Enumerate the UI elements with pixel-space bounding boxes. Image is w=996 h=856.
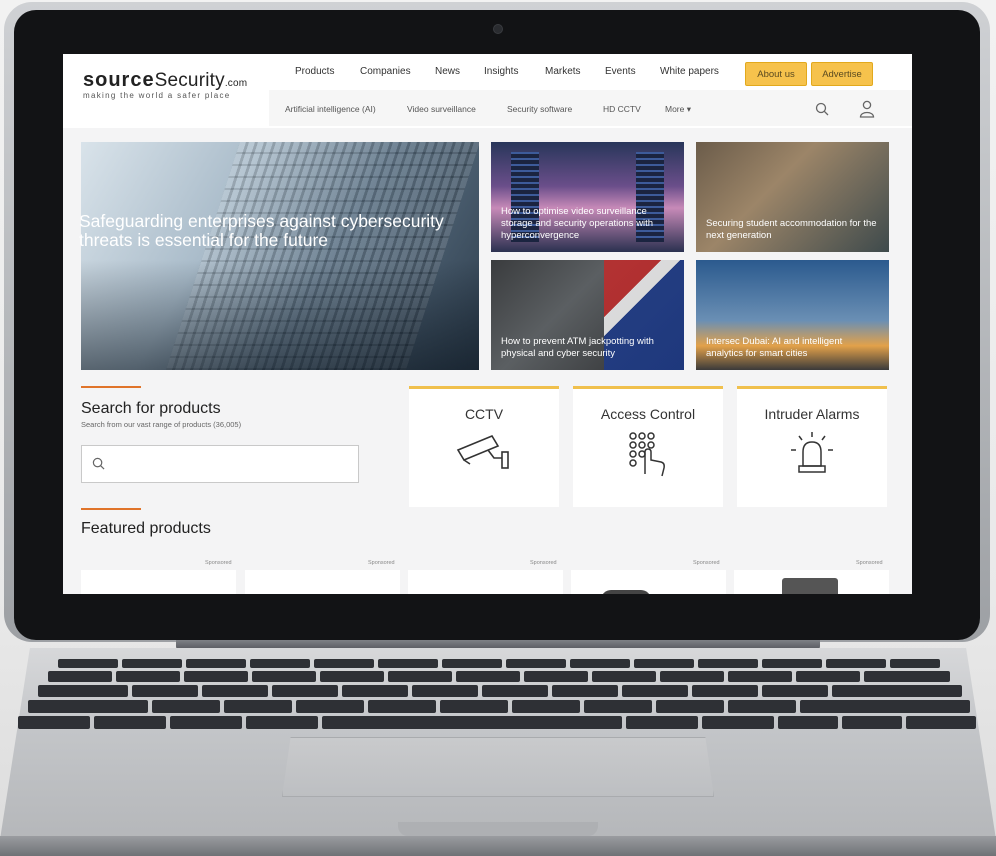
article-card-student-accommodation[interactable]: Securing student accommodation for the n…: [696, 142, 889, 252]
featured-products-title: Featured products: [81, 520, 211, 537]
nav-white-papers[interactable]: White papers: [660, 66, 719, 77]
sponsored-label: Sponsored: [530, 560, 557, 566]
keyboard: [18, 659, 976, 729]
about-us-button[interactable]: About us: [745, 62, 807, 86]
subnav-security-software[interactable]: Security software: [507, 104, 572, 114]
article-card-title: Intersec Dubai: AI and intelligent analy…: [706, 336, 843, 359]
featured-product-card[interactable]: [408, 570, 563, 594]
search-icon[interactable]: [815, 102, 829, 116]
featured-product-card[interactable]: [245, 570, 400, 594]
product-image: [782, 578, 838, 594]
site-logo[interactable]: sourceSecurity.com making the world a sa…: [83, 69, 247, 100]
sponsored-label: Sponsored: [368, 560, 395, 566]
logo-wordmark: sourceSecurity.com: [83, 69, 247, 92]
search-subtitle: Search from our vast range of products (…: [81, 420, 242, 429]
hero-main-title[interactable]: Safeguarding enterprises against cyberse…: [79, 212, 449, 250]
product-image: [601, 590, 651, 594]
search-title: Search for products: [81, 400, 221, 417]
logo-suffix: .com: [224, 78, 248, 89]
category-label: CCTV: [464, 406, 504, 422]
nav-markets[interactable]: Markets: [545, 66, 581, 77]
category-label: Access Control: [600, 406, 696, 422]
keypad-hand-icon: [629, 432, 665, 477]
article-card-title: How to prevent ATM jackpotting with phys…: [501, 336, 654, 359]
cctv-camera-icon: [456, 434, 509, 469]
section-accent-line: [81, 386, 141, 388]
hero-overlay: [81, 260, 479, 370]
touchpad: [282, 737, 714, 797]
user-icon[interactable]: [859, 100, 875, 118]
sponsored-label: Sponsored: [693, 560, 720, 566]
subnav-video-surveillance[interactable]: Video surveillance: [407, 104, 476, 114]
webcam: [493, 24, 503, 34]
alarm-siren-icon: [791, 432, 833, 473]
subnav-hd-cctv[interactable]: HD CCTV: [603, 104, 641, 114]
nav-news[interactable]: News: [435, 66, 460, 77]
laptop-deck-edge: [0, 836, 996, 856]
section-accent-line: [81, 508, 141, 510]
nav-companies[interactable]: Companies: [360, 66, 411, 77]
featured-product-card[interactable]: [734, 570, 889, 594]
laptop-notch: [398, 822, 598, 836]
nav-insights[interactable]: Insights: [484, 66, 518, 77]
sponsored-label: Sponsored: [856, 560, 883, 566]
logo-tagline: making the world a safer place: [83, 91, 231, 100]
article-card-title: Securing student accommodation for the n…: [706, 218, 877, 241]
subnav-more[interactable]: More ▾: [665, 104, 691, 115]
search-icon: [92, 457, 105, 470]
nav-events[interactable]: Events: [605, 66, 636, 77]
sponsored-label: Sponsored: [205, 560, 232, 566]
subnav-ai[interactable]: Artificial intelligence (AI): [285, 104, 376, 114]
product-search-input[interactable]: [81, 445, 359, 483]
article-card-title: How to optimise video surveillance stora…: [501, 206, 654, 241]
browser-viewport: sourceSecurity.com making the world a sa…: [63, 54, 912, 594]
category-intruder-alarms[interactable]: Intruder Alarms: [737, 386, 887, 507]
logo-bold: source: [83, 69, 155, 91]
advertise-button[interactable]: Advertise: [811, 62, 873, 86]
category-cctv[interactable]: CCTV: [409, 386, 559, 507]
article-card-atm-jackpotting[interactable]: How to prevent ATM jackpotting with phys…: [491, 260, 684, 370]
article-card-hyperconvergence[interactable]: How to optimise video surveillance stora…: [491, 142, 684, 252]
article-card-intersec-dubai[interactable]: Intersec Dubai: AI and intelligent analy…: [696, 260, 889, 370]
nav-products[interactable]: Products: [295, 66, 334, 77]
category-access-control[interactable]: Access Control: [573, 386, 723, 507]
category-label: Intruder Alarms: [764, 406, 860, 422]
logo-rest: Security: [154, 70, 225, 91]
hero-main-article[interactable]: [81, 142, 479, 370]
featured-product-card[interactable]: [81, 570, 236, 594]
featured-product-card[interactable]: [571, 570, 726, 594]
